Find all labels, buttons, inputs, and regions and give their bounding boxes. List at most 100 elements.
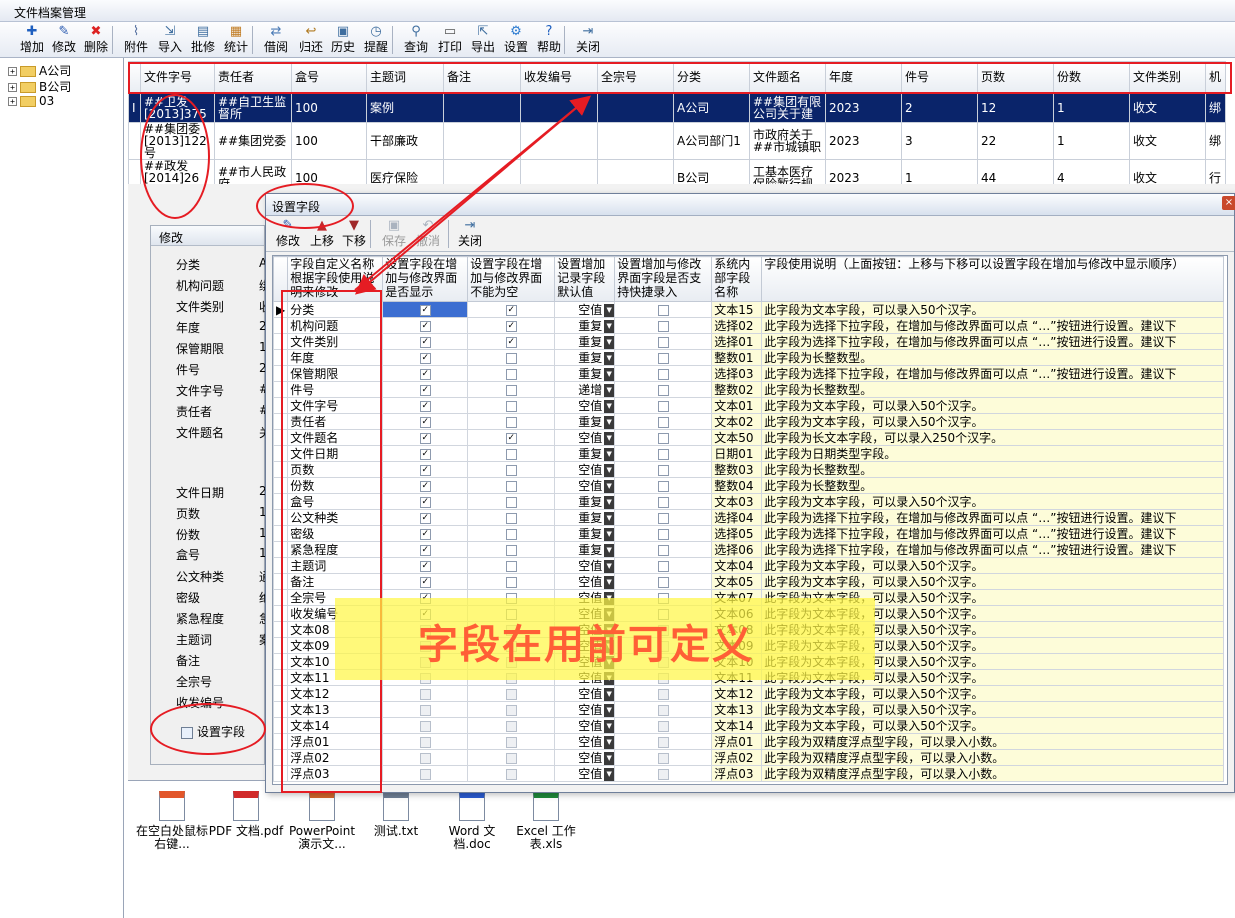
attachment-file[interactable]: Excel 工作表.xls: [508, 791, 584, 851]
chevron-down-icon[interactable]: ▼: [604, 495, 614, 509]
field-name-cell[interactable]: 文本14: [287, 717, 384, 734]
grid-column-header[interactable]: 盒号: [291, 61, 367, 93]
default-value-dropdown[interactable]: 空值 ▼: [554, 701, 616, 718]
default-value-dropdown[interactable]: 重复 ▼: [554, 509, 616, 526]
field-row[interactable]: 浮点02 空值 ▼ 浮点02 此字段为双精度浮点型字段，可以录入小数。: [273, 749, 1225, 766]
field-row[interactable]: 紧急程度 ✓ 重复 ▼ 选择06 此字段为选择下拉字段，在增加与修改界面可以点 “…”按钮…: [273, 541, 1225, 558]
grid-row[interactable]: I ##卫发[2013]375 ##自卫生监督所 100 案例 A公司 ##集团有限公司关于…: [128, 92, 1226, 123]
required-checkbox[interactable]: ✓: [505, 304, 517, 316]
required-checkbox[interactable]: [505, 592, 517, 604]
chevron-down-icon[interactable]: ▼: [604, 479, 614, 493]
quick-entry-cell[interactable]: [614, 397, 713, 414]
chevron-down-icon[interactable]: ▼: [604, 319, 614, 333]
required-checkbox-cell[interactable]: [467, 365, 556, 382]
show-checkbox[interactable]: ✓: [419, 416, 431, 428]
show-checkbox[interactable]: [419, 720, 431, 732]
field-name-cell[interactable]: 年度: [287, 349, 384, 366]
field-row[interactable]: 文件题名 ✓ ✓ 空值 ▼ 文本50 此字段为长文本字段，可以录入250个汉字。: [273, 429, 1225, 446]
default-value-dropdown[interactable]: 空值 ▼: [554, 461, 616, 478]
grid-cell[interactable]: 案例: [366, 92, 444, 123]
chevron-down-icon[interactable]: ▼: [604, 591, 614, 605]
grid-column-header[interactable]: 份数: [1053, 61, 1130, 93]
required-checkbox[interactable]: [505, 736, 517, 748]
chevron-down-icon[interactable]: ▼: [604, 655, 614, 669]
default-value-dropdown[interactable]: 空值 ▼: [554, 621, 616, 638]
default-value-dropdown[interactable]: 重复 ▼: [554, 493, 616, 510]
chevron-down-icon[interactable]: ▼: [604, 719, 614, 733]
grid-column-header[interactable]: 分类: [673, 61, 750, 93]
set-fields-button[interactable]: 设置字段: [181, 723, 245, 740]
attachment-file[interactable]: PDF 文档.pdf: [208, 791, 284, 838]
chevron-down-icon[interactable]: ▼: [604, 559, 614, 573]
toolbar-stats-button[interactable]: ▦ 统计: [220, 23, 252, 57]
grid-cell[interactable]: 12: [977, 92, 1054, 123]
show-checkbox-cell[interactable]: ✓: [382, 493, 469, 510]
grid-cell[interactable]: 1: [1053, 92, 1130, 123]
grid-cell[interactable]: 收文: [1129, 92, 1206, 123]
required-checkbox[interactable]: [505, 704, 517, 716]
fields-column-header[interactable]: 设置增加记录字段默认值: [554, 256, 616, 302]
chevron-down-icon[interactable]: ▼: [604, 687, 614, 701]
grid-cell[interactable]: 3: [901, 122, 978, 160]
toolbar-printer-button[interactable]: ▭ 打印: [434, 23, 466, 57]
grid-column-header[interactable]: 文件类别: [1129, 61, 1206, 93]
quick-entry-cell[interactable]: [614, 445, 713, 462]
grid-cell[interactable]: ##集团有限公司关于建: [749, 92, 826, 123]
show-checkbox-cell[interactable]: ✓: [382, 333, 469, 350]
required-checkbox-cell[interactable]: [467, 605, 556, 622]
show-checkbox-cell[interactable]: ✓: [382, 301, 469, 318]
attachment-file[interactable]: PowerPoint 演示文...: [284, 791, 360, 851]
required-checkbox-cell[interactable]: [467, 461, 556, 478]
field-name-cell[interactable]: 保管期限: [287, 365, 384, 382]
required-checkbox[interactable]: [505, 512, 517, 524]
quick-entry-cell[interactable]: [614, 589, 713, 606]
chevron-down-icon[interactable]: ▼: [604, 511, 614, 525]
chevron-down-icon[interactable]: ▼: [604, 767, 614, 781]
fields-column-header[interactable]: 设置字段在增加与修改界面不能为空: [467, 256, 556, 302]
grid-cell[interactable]: ##集团委[2013]122号: [140, 122, 215, 160]
grid-cell[interactable]: [443, 92, 521, 123]
default-value-dropdown[interactable]: 重复 ▼: [554, 317, 616, 334]
chevron-down-icon[interactable]: ▼: [604, 383, 614, 397]
required-checkbox-cell[interactable]: [467, 621, 556, 638]
show-checkbox[interactable]: ✓: [419, 464, 431, 476]
quick-entry-cell[interactable]: [614, 637, 713, 654]
required-checkbox-cell[interactable]: [467, 525, 556, 542]
required-checkbox-cell[interactable]: [467, 541, 556, 558]
required-checkbox-cell[interactable]: [467, 381, 556, 398]
grid-row[interactable]: ##集团委[2013]122号 ##集团党委 100 干部廉政 A公司部门1 市政府关于#…: [128, 122, 1226, 160]
default-value-dropdown[interactable]: 空值 ▼: [554, 301, 616, 318]
toolbar-history-button[interactable]: ▣ 历史: [327, 23, 359, 57]
quick-entry-checkbox[interactable]: [657, 448, 669, 460]
show-checkbox-cell[interactable]: [382, 637, 469, 654]
quick-entry-checkbox[interactable]: [657, 464, 669, 476]
required-checkbox[interactable]: [505, 720, 517, 732]
show-checkbox-cell[interactable]: ✓: [382, 509, 469, 526]
field-row[interactable]: ▶ 分类 ✓ ✓ 空值 ▼ 文本15 此字段为文本字段，可以录入50个汉字。: [273, 301, 1225, 318]
field-name-cell[interactable]: 机构问题: [287, 317, 384, 334]
dialog-exit-button[interactable]: ⇥ 关闭: [454, 218, 486, 248]
show-checkbox-cell[interactable]: ✓: [382, 573, 469, 590]
field-row[interactable]: 收发编号 ✓ 空值 ▼ 文本06 此字段为文本字段，可以录入50个汉字。: [273, 605, 1225, 622]
field-row[interactable]: 份数 ✓ 空值 ▼ 整数04 此字段为长整数型。: [273, 477, 1225, 494]
required-checkbox-cell[interactable]: [467, 349, 556, 366]
field-row[interactable]: 文件类别 ✓ ✓ 重复 ▼ 选择01 此字段为选择下拉字段，在增加与修改界面可以点 “…”按…: [273, 333, 1225, 350]
attachment-file[interactable]: 测试.txt: [358, 791, 434, 838]
required-checkbox[interactable]: [505, 672, 517, 684]
field-row[interactable]: 备注 ✓ 空值 ▼ 文本05 此字段为文本字段，可以录入50个汉字。: [273, 573, 1225, 590]
quick-entry-cell[interactable]: [614, 493, 713, 510]
chevron-down-icon[interactable]: ▼: [604, 527, 614, 541]
grid-column-header[interactable]: 文件字号: [140, 61, 215, 93]
default-value-dropdown[interactable]: 空值 ▼: [554, 765, 616, 782]
quick-entry-checkbox[interactable]: [657, 560, 669, 572]
show-checkbox[interactable]: ✓: [419, 528, 431, 540]
quick-entry-cell[interactable]: [614, 701, 713, 718]
quick-entry-cell[interactable]: [614, 765, 713, 782]
field-row[interactable]: 文件字号 ✓ 空值 ▼ 文本01 此字段为文本字段，可以录入50个汉字。: [273, 397, 1225, 414]
required-checkbox-cell[interactable]: [467, 477, 556, 494]
show-checkbox[interactable]: [419, 640, 431, 652]
show-checkbox[interactable]: ✓: [419, 400, 431, 412]
show-checkbox[interactable]: ✓: [419, 448, 431, 460]
required-checkbox-cell[interactable]: ✓: [467, 301, 556, 318]
show-checkbox[interactable]: [419, 736, 431, 748]
